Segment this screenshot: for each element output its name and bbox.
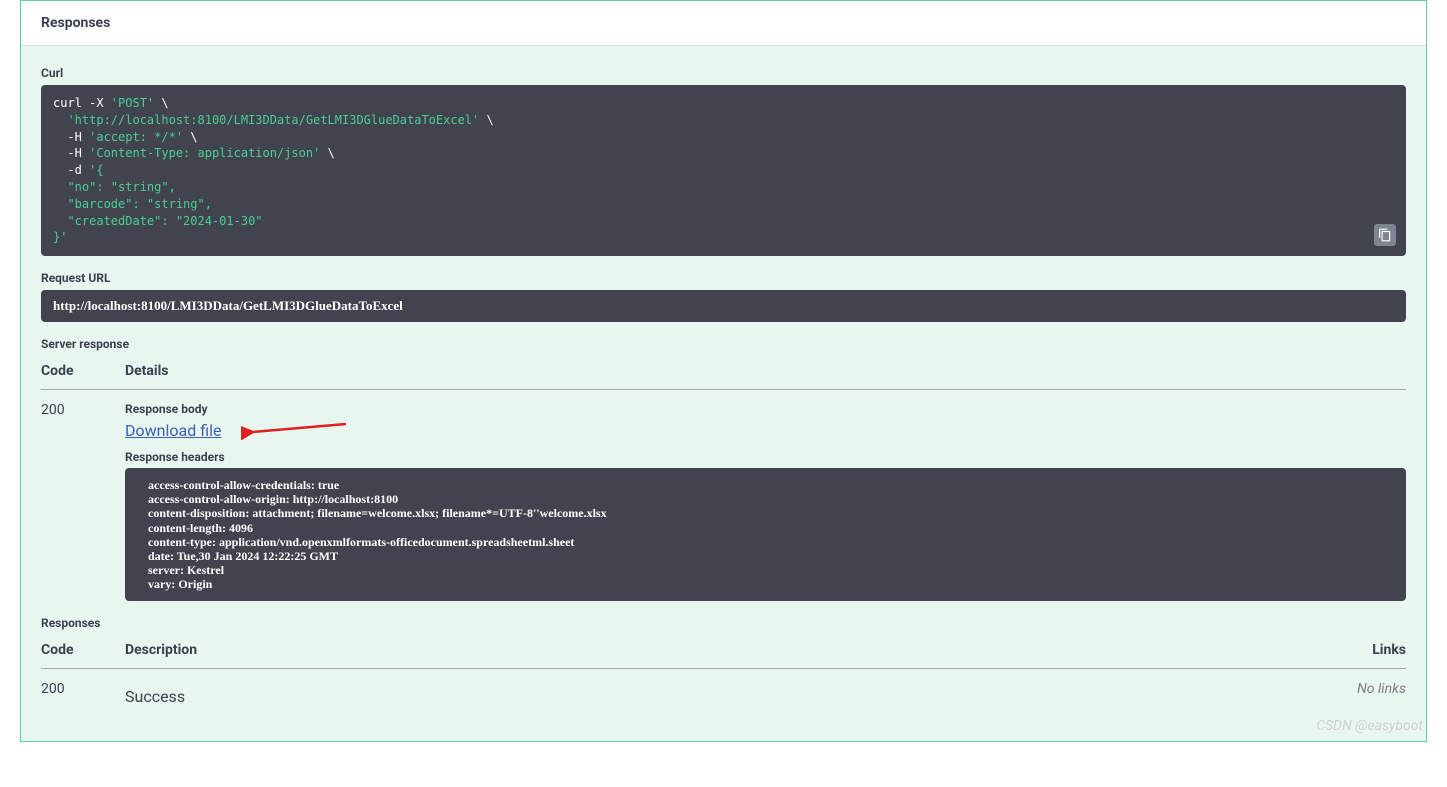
response-200-row: 200 Response body Download file Response xyxy=(41,402,1406,601)
swagger-response-panel: Responses Curl curl -X 'POST' \ 'http://… xyxy=(20,0,1427,742)
responses-title: Responses xyxy=(41,15,1406,31)
response-headers-label: Response headers xyxy=(125,450,1406,464)
curl-code-block: curl -X 'POST' \ 'http://localhost:8100/… xyxy=(41,85,1406,256)
responses-header-bar: Responses xyxy=(21,1,1426,46)
watermark: CSDN @easyboot xyxy=(1316,718,1423,734)
response-body-label: Response body xyxy=(125,402,1406,416)
status-code-200: 200 xyxy=(41,402,125,601)
description-header: Description xyxy=(125,642,1306,658)
download-file-wrapper: Download file xyxy=(125,420,1406,440)
curl-label: Curl xyxy=(41,66,1406,80)
success-text: Success xyxy=(125,687,1306,706)
responses-table-header: Code Description Links xyxy=(41,642,1406,669)
request-url-label: Request URL xyxy=(41,271,1406,285)
responses-200-row: 200 Success No links xyxy=(41,681,1406,706)
code-header: Code xyxy=(41,363,125,379)
response-details: Response body Download file Response hea… xyxy=(125,402,1406,601)
code-header-2: Code xyxy=(41,642,125,658)
clipboard-icon xyxy=(1378,228,1392,242)
responses-sublabel: Responses xyxy=(41,616,1406,630)
annotation-arrow-icon xyxy=(241,420,351,440)
response-headers-block: access-control-allow-credentials: true a… xyxy=(125,468,1406,601)
download-file-link[interactable]: Download file xyxy=(125,421,221,440)
description-cell: Success xyxy=(125,681,1306,706)
no-links-text: No links xyxy=(1306,681,1406,706)
links-header: Links xyxy=(1306,642,1406,658)
details-header: Details xyxy=(125,363,1406,379)
server-response-table-header: Code Details xyxy=(41,363,1406,390)
copy-curl-button[interactable] xyxy=(1374,224,1396,246)
status-code-200-desc: 200 xyxy=(41,681,125,706)
server-response-label: Server response xyxy=(41,337,1406,351)
request-url-block: http://localhost:8100/LMI3DData/GetLMI3D… xyxy=(41,290,1406,322)
response-content: Curl curl -X 'POST' \ 'http://localhost:… xyxy=(21,46,1426,741)
